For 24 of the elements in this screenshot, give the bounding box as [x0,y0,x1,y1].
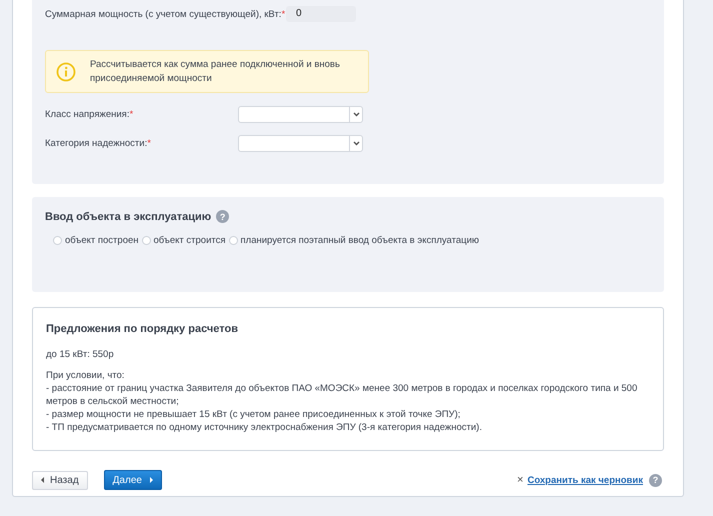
condition-text: - размер мощности не превышает 15 кВт (с учетом ранее присоединенных к этой точке ЭПУ); [46,408,462,421]
radio-option[interactable]: объект построен [53,235,139,246]
condition-text: - расстояние от границ участка Заявителя до объектов ПАО «МОЭСК» менее 300 метров в городах и поселках городского типа и 500 метров в сельской местности; [46,382,638,408]
dropdown-field[interactable] [238,135,363,152]
radio-option[interactable]: планируется поэтапный ввод объекта в эксплуатацию [228,235,480,246]
section-title: Ввод объекта в эксплуатацию [45,210,212,222]
section-title: Предложения по порядку расчетов [46,323,239,335]
chevron-down-icon [352,141,360,146]
dropdown-field[interactable] [238,106,363,123]
chevron-down-icon [352,112,360,117]
save-draft-link[interactable]: Сохранить как черновик [527,474,643,486]
condition-text: - ТП предусматривается по одному источнику электроснабжения ЭПУ (3-я категория надежности). [46,421,483,434]
back-button[interactable]: Назад [32,470,88,490]
field-label: Суммарная мощность (с учетом существующей), кВт:* [45,8,286,20]
power-field: 0 [286,6,356,22]
close-icon: × [517,474,524,486]
condition-text: При условии, что: [46,369,126,382]
price-text: до 15 кВт: 550р [46,349,115,360]
radio-option[interactable]: объект строится [142,235,226,246]
notice-text: Рассчитывается как сумма ранее подключенной и вновь присоединяемой мощности [90,58,341,86]
next-button[interactable]: Далее [104,470,162,490]
field-label: Класс напряжения:* [45,109,134,120]
field-label: Категория надежности:* [45,138,152,149]
info-icon [56,62,76,82]
